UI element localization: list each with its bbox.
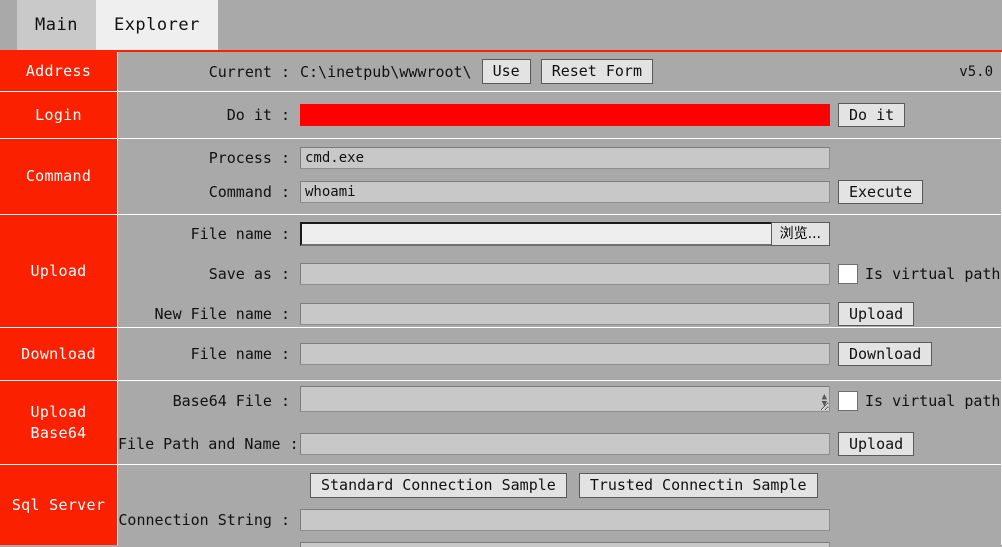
tab-explorer[interactable]: Explorer (95, 0, 218, 50)
address-line: C:\inetpub\wwwroot\ Use Reset Form (300, 59, 653, 84)
label-process: Process : (208, 149, 290, 167)
section-body-sql-server: Standard Connection Sample Trusted Conne… (118, 465, 1002, 547)
sql-query-textarea[interactable] (300, 541, 830, 547)
file-path-and-name-input[interactable] (300, 433, 830, 455)
section-label-command: Command (0, 139, 118, 214)
upload-button[interactable]: Upload (838, 301, 915, 327)
browse-button[interactable]: 浏览... (770, 222, 830, 246)
upload-base64-title-line2: Base64 (30, 423, 87, 442)
section-body-upload-base64: Base64 File : ▲ ▼ Is virtual path File P… (118, 381, 1002, 464)
base64-textarea-wrap[interactable]: ▲ ▼ (300, 386, 830, 416)
is-virtual-path-base64[interactable]: Is virtual path (838, 391, 1000, 411)
current-path-value: C:\inetpub\wwwroot\ (300, 62, 472, 81)
trusted-connection-sample-button[interactable]: Trusted Connectin Sample (578, 473, 818, 498)
download-button[interactable]: Download (838, 341, 933, 367)
section-address: Address Current : C:\inetpub\wwwroot\ Us… (0, 52, 1002, 92)
use-button[interactable]: Use (481, 59, 531, 84)
section-download: Download File name : Download (0, 328, 1002, 381)
is-virtual-checkbox[interactable] (838, 264, 858, 284)
standard-connection-sample-button[interactable]: Standard Connection Sample (310, 473, 567, 498)
label-upload-filename: File name : (190, 225, 290, 243)
section-login: Login Do it : Do it (0, 92, 1002, 139)
section-body-command: Process : Command : Execute (118, 139, 1002, 214)
process-input[interactable] (300, 147, 830, 169)
execute-button[interactable]: Execute (838, 179, 924, 205)
upload-base64-title-line1: Upload (30, 403, 87, 422)
section-label-upload: Upload (0, 215, 118, 327)
section-body-login: Do it : Do it (118, 92, 1002, 138)
sql-query-textarea-wrap[interactable]: ▲▼ (300, 541, 830, 547)
reset-form-button[interactable]: Reset Form (540, 59, 653, 84)
tab-main[interactable]: Main (17, 0, 96, 50)
save-as-input[interactable] (300, 263, 830, 285)
label-do-it: Do it : (226, 106, 290, 124)
section-upload-base64: Upload Base64 Base64 File : ▲ ▼ Is virtu… (0, 381, 1002, 465)
label-current: Current : (208, 62, 290, 81)
section-label-upload-base64: Upload Base64 (0, 381, 118, 464)
section-label-login: Login (0, 92, 118, 138)
label-file-path-and-name: File Path and Name : (118, 435, 299, 453)
section-body-address: Current : C:\inetpub\wwwroot\ Use Reset … (118, 52, 1002, 91)
section-label-download: Download (0, 328, 118, 380)
label-save-as: Save as : (208, 265, 290, 283)
is-virtual-label: Is virtual path (865, 392, 1001, 410)
command-input[interactable] (300, 181, 830, 203)
label-command: Command : (208, 183, 290, 201)
tab-bar: Main Explorer (0, 0, 1002, 52)
base64-file-textarea[interactable] (300, 386, 830, 412)
upload-base64-button[interactable]: Upload (838, 431, 915, 457)
is-virtual-label: Is virtual path (865, 265, 1001, 283)
upload-file-input[interactable] (300, 222, 830, 246)
section-body-download: File name : Download (118, 328, 1002, 380)
section-sql-server: Sql Server Standard Connection Sample Tr… (0, 465, 1002, 547)
version-label: v5.0 (959, 63, 993, 80)
login-password-input[interactable] (300, 104, 830, 126)
section-upload: Upload File name : 浏览... Save as : Is vi… (0, 215, 1002, 328)
download-filename-input[interactable] (300, 343, 830, 365)
do-it-button[interactable]: Do it (838, 102, 906, 128)
file-picker[interactable]: 浏览... (300, 222, 830, 246)
new-file-name-input[interactable] (300, 303, 830, 325)
is-virtual-checkbox[interactable] (838, 391, 858, 411)
section-command: Command Process : Command : Execute (0, 139, 1002, 215)
label-base64-file: Base64 File : (172, 392, 290, 410)
sql-sample-buttons: Standard Connection Sample Trusted Conne… (118, 473, 1001, 498)
app-root: Main Explorer Address Current : C:\inetp… (0, 0, 1002, 547)
label-new-file-name: New File name : (154, 305, 290, 323)
section-body-upload: File name : 浏览... Save as : Is virtual p… (118, 215, 1002, 327)
section-label-sql-server: Sql Server (0, 465, 118, 545)
section-label-address: Address (0, 52, 118, 91)
form-sheet: Address Current : C:\inetpub\wwwroot\ Us… (0, 52, 1002, 547)
connection-string-input[interactable] (300, 508, 830, 531)
label-connection-string: Connection String : (118, 510, 290, 529)
is-virtual-path-upload[interactable]: Is virtual path (838, 264, 1000, 284)
label-download-filename: File name : (190, 345, 290, 363)
